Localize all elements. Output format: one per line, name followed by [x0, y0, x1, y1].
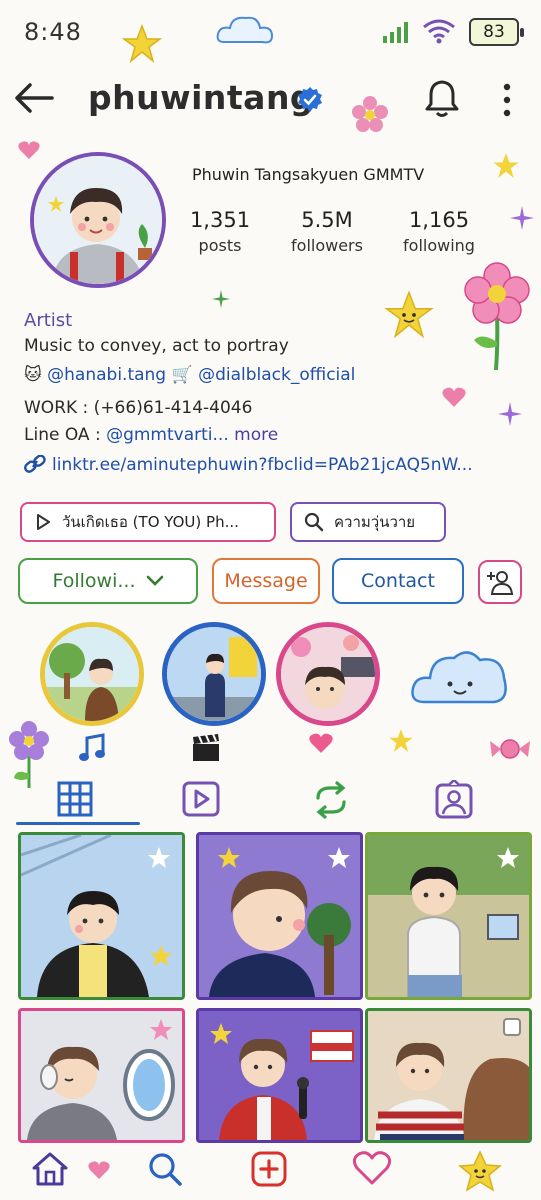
more-vertical-icon[interactable]	[500, 82, 514, 118]
link-icon	[24, 454, 46, 473]
tab-indicator	[16, 822, 140, 825]
heart-sticker-icon	[18, 141, 40, 159]
sparkle-sticker-icon	[510, 206, 534, 230]
story-highlight[interactable]	[40, 622, 144, 726]
star-sticker-icon	[493, 153, 519, 178]
bio-link-text: linktr.ee/aminutephuwin?fbclid=PAb21jcAQ…	[52, 455, 473, 475]
bio-line-oa: Line OA : @gmmtvarti... more	[24, 425, 278, 445]
bio-tag-link[interactable]: @dialblack_official	[198, 365, 355, 385]
heart-sticker-icon	[309, 733, 333, 753]
status-time: 8:48	[24, 18, 82, 46]
arrow-left-icon[interactable]	[14, 80, 56, 116]
post-thumbnail[interactable]	[365, 1008, 532, 1143]
story-highlight[interactable]	[276, 622, 380, 726]
chevron-down-icon	[146, 575, 163, 586]
star-face-sticker-icon	[384, 290, 434, 339]
bio-tag-link[interactable]: @hanabi.tang	[47, 365, 166, 385]
flower-sticker-icon	[352, 96, 388, 132]
posts-count[interactable]: 1,351 posts	[188, 208, 252, 255]
shopping-cart-icon: 🛒	[171, 365, 193, 385]
profile-username: phuwintang	[88, 78, 315, 117]
stat-value: 1,165	[408, 208, 470, 232]
bio-category: Artist	[24, 310, 73, 331]
search-icon	[304, 512, 324, 532]
battery-indicator: 83	[469, 18, 524, 46]
post-thumbnail[interactable]	[196, 1008, 363, 1143]
music-chip-label: วันเกิดเธอ (TO YOU) Ph...	[62, 513, 239, 531]
tagged-icon[interactable]	[434, 780, 474, 820]
cat-emoji-icon: 🐱	[24, 365, 42, 385]
flower-sticker-icon	[464, 262, 530, 371]
followers-count[interactable]: 5.5M followers	[284, 208, 370, 255]
bio-line-oa-handle[interactable]: @gmmtvarti...	[106, 425, 229, 445]
person-add-icon	[487, 571, 514, 595]
following-label: Followi...	[52, 570, 136, 592]
bio-work: WORK : (+66)61-414-4046	[24, 398, 253, 418]
sparkle-sticker-icon	[498, 402, 522, 426]
grid-icon[interactable]	[56, 780, 94, 818]
heart-sticker-icon	[88, 1161, 110, 1179]
bio-line-oa-prefix: Line OA :	[24, 425, 107, 445]
following-button[interactable]: Followi...	[18, 558, 198, 604]
post-thumbnail[interactable]	[365, 832, 532, 1000]
music-note-icon	[79, 733, 105, 761]
flower-sticker-icon	[9, 721, 49, 788]
heart-icon[interactable]	[352, 1150, 392, 1186]
repost-icon[interactable]	[310, 780, 352, 820]
search-chip-label: ความวุ่นวาย	[334, 513, 416, 531]
profile-star-icon[interactable]	[454, 1150, 506, 1194]
story-highlight[interactable]	[162, 622, 266, 726]
verified-badge-icon	[298, 87, 322, 112]
message-button[interactable]: Message	[212, 558, 320, 604]
bell-icon[interactable]	[424, 78, 460, 118]
bio-more-link[interactable]: more	[234, 425, 278, 445]
stat-label: posts	[198, 236, 242, 255]
post-thumbnail[interactable]	[18, 1008, 185, 1143]
stat-value: 1,351	[189, 208, 251, 232]
profile-avatar[interactable]	[30, 152, 166, 288]
search-chip[interactable]: ความวุ่นวาย	[290, 502, 446, 542]
add-friend-button[interactable]	[478, 560, 522, 604]
bio-text: Music to convey, act to portray	[24, 336, 289, 356]
post-thumbnail[interactable]	[196, 832, 363, 1000]
contact-button[interactable]: Contact	[332, 558, 464, 604]
star-sticker-icon	[122, 24, 162, 64]
profile-display-name: Phuwin Tangsakyuen GMMTV	[192, 165, 425, 184]
following-count[interactable]: 1,165 following	[396, 208, 482, 255]
search-icon[interactable]	[146, 1150, 184, 1188]
heart-sticker-icon	[442, 387, 466, 407]
sparkle-sticker-icon	[212, 290, 230, 308]
star-sticker-icon	[389, 729, 413, 753]
stat-label: following	[403, 236, 475, 255]
cloud-face-sticker-icon	[411, 651, 507, 704]
stat-value: 5.5M	[301, 208, 353, 232]
reels-icon[interactable]	[181, 780, 221, 818]
post-thumbnail[interactable]	[18, 832, 185, 1000]
signal-icon	[383, 22, 408, 43]
wifi-icon	[423, 19, 455, 44]
stat-label: followers	[291, 236, 363, 255]
play-icon	[37, 514, 50, 530]
cloud-sticker-icon	[216, 16, 274, 44]
bio-external-link[interactable]: linktr.ee/aminutephuwin?fbclid=PAb21jcAQ…	[24, 454, 473, 475]
music-chip[interactable]: วันเกิดเธอ (TO YOU) Ph...	[20, 502, 276, 542]
create-post-icon[interactable]	[250, 1150, 288, 1188]
candy-sticker-icon	[490, 739, 530, 759]
bio-tags: 🐱 @hanabi.tang 🛒 @dialblack_official	[24, 365, 355, 385]
home-icon[interactable]	[30, 1150, 70, 1188]
clapperboard-icon	[193, 733, 219, 761]
